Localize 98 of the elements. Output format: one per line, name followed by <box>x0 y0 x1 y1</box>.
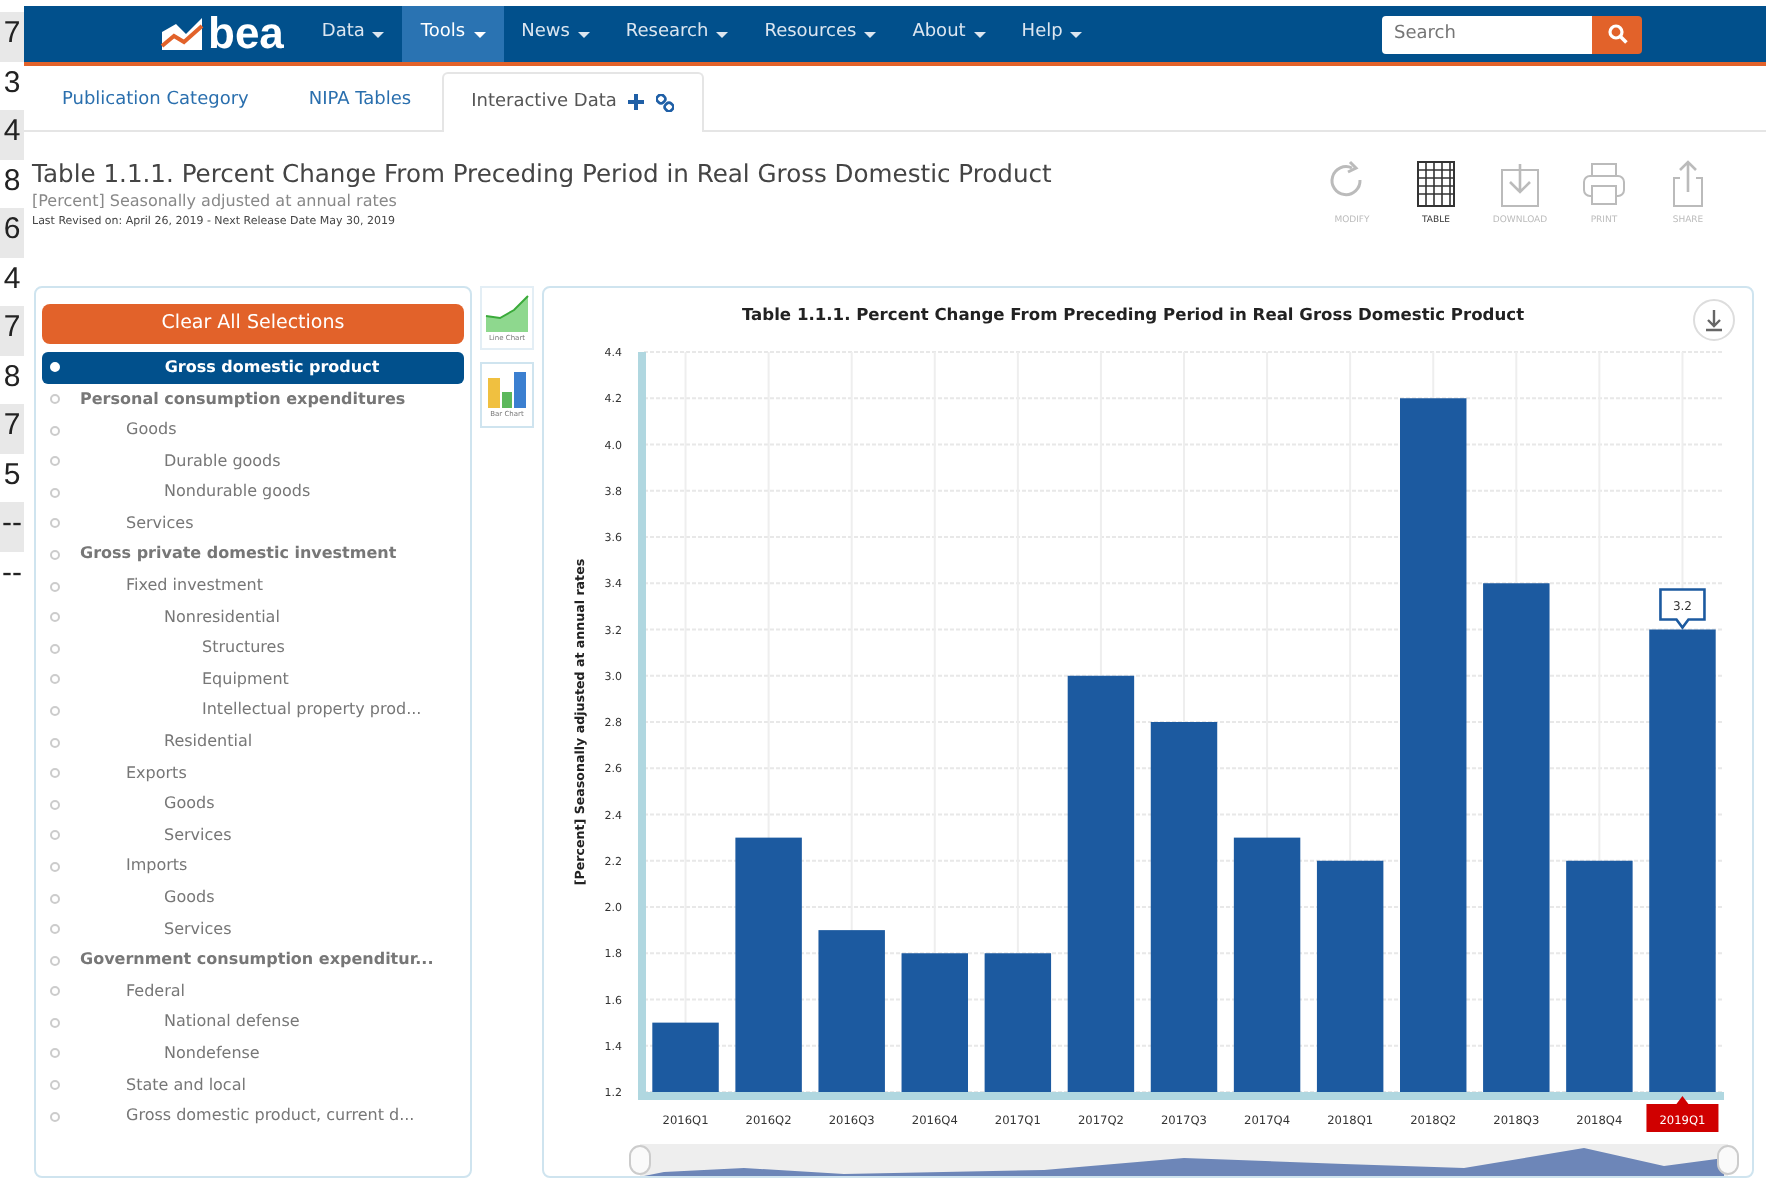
bar[interactable] <box>1067 675 1135 1092</box>
nav-menu[interactable]: Data <box>303 6 403 62</box>
spreadsheet-cell: 7 <box>0 12 24 61</box>
tree-item[interactable]: Fixed investment <box>42 570 464 602</box>
caret-icon <box>973 31 986 37</box>
tree-item[interactable]: Personal consumption expenditures <box>42 383 464 415</box>
spreadsheet-cell: 7 <box>0 306 24 355</box>
caret-icon <box>1070 31 1083 37</box>
tree-item[interactable]: Services <box>42 820 464 852</box>
radio-icon <box>50 986 60 997</box>
tree-item[interactable]: Nondefense <box>42 1038 464 1070</box>
bar[interactable] <box>1316 860 1384 1092</box>
caret-icon <box>864 31 877 37</box>
radio-icon <box>50 1111 60 1122</box>
bar[interactable] <box>1150 722 1218 1092</box>
bar[interactable] <box>984 953 1052 1092</box>
tree-item[interactable]: Federal <box>42 976 464 1008</box>
search-button[interactable] <box>1592 15 1642 53</box>
bar-chart-icon <box>484 368 530 411</box>
navigator-handle[interactable] <box>1717 1145 1739 1175</box>
spreadsheet-cell: 4 <box>0 110 24 159</box>
radio-icon <box>50 830 60 841</box>
print-icon <box>1580 160 1628 208</box>
nav-menu[interactable]: Resources <box>746 6 895 62</box>
plus-icon <box>628 94 645 111</box>
download-icon <box>1496 160 1544 208</box>
tree-item[interactable]: Nondurable goods <box>42 477 464 509</box>
spreadsheet-cell: 6 <box>0 208 24 257</box>
chart-title: Table 1.1.1. Percent Change From Preceding Period in Real Gross Domestic Product <box>741 304 1525 324</box>
radio-icon <box>50 1080 60 1091</box>
caret-icon <box>473 31 486 37</box>
tree-item[interactable]: Goods <box>42 414 464 446</box>
radio-icon <box>50 924 60 935</box>
tree-item[interactable]: National defense <box>42 1007 464 1039</box>
search-icon <box>1607 24 1627 44</box>
nav-menu[interactable]: Tools <box>402 6 504 62</box>
radio-icon <box>50 799 60 810</box>
link-icon <box>656 93 675 112</box>
nav-menu[interactable]: Research <box>607 6 747 62</box>
radio-icon <box>50 861 60 872</box>
tree-item[interactable]: Imports <box>42 851 464 883</box>
tree-item[interactable]: Nonresidential <box>42 601 464 633</box>
radio-icon <box>50 581 60 592</box>
spreadsheet-cell: 7 <box>0 404 24 453</box>
caret-icon <box>716 31 729 37</box>
subtitle: [Percent] Seasonally adjusted at annual rates <box>32 189 399 214</box>
navigator-handle[interactable] <box>629 1145 651 1175</box>
search-field[interactable]: Search <box>1382 15 1592 53</box>
tree-item[interactable]: State and local <box>42 1069 464 1101</box>
tab[interactable]: Interactive Data <box>441 71 705 132</box>
tree-item[interactable]: Gross domestic product, current d... <box>42 1100 464 1132</box>
tree-item[interactable]: Goods <box>42 882 464 914</box>
radio-icon <box>50 487 60 498</box>
radio-icon <box>50 768 60 779</box>
tab[interactable]: Publication Category <box>32 69 279 130</box>
radio-icon <box>50 1017 60 1028</box>
spreadsheet-cell: -- <box>0 502 24 551</box>
line-chart-icon <box>484 292 530 334</box>
nav-menu[interactable]: Help <box>1003 6 1101 62</box>
radio-icon <box>50 518 60 529</box>
radio-icon <box>50 893 60 904</box>
tree-item[interactable]: Durable goods <box>42 445 464 477</box>
caret-icon <box>577 31 590 37</box>
bar[interactable] <box>652 1022 719 1092</box>
tab[interactable]: NIPA Tables <box>278 69 442 130</box>
radio-icon <box>50 456 60 467</box>
nav-menu[interactable]: About <box>894 6 1004 62</box>
table-icon <box>1412 160 1460 208</box>
tree-item[interactable]: Intellectual property prod... <box>42 695 464 727</box>
radio-icon <box>50 1048 60 1059</box>
bar[interactable] <box>1233 837 1301 1092</box>
tree-item[interactable]: Residential <box>42 726 464 758</box>
radio-icon <box>50 362 60 373</box>
tree-item[interactable]: Goods <box>42 788 464 821</box>
radio-icon <box>50 612 60 623</box>
chart-logo-icon <box>160 16 204 52</box>
tree-item[interactable]: Gross private domestic investment <box>42 539 464 571</box>
caret-icon <box>372 31 385 37</box>
tree-item[interactable]: Services <box>42 508 464 540</box>
radio-icon <box>50 955 60 966</box>
page-title: Table 1.1.1. Percent Change From Preceding Period in Real Gross Domestic Product <box>32 160 1054 190</box>
nav-menu[interactable]: News <box>503 6 608 62</box>
radio-icon <box>50 643 60 654</box>
radio-icon <box>50 674 60 685</box>
radio-icon <box>50 425 60 436</box>
tree-item[interactable]: Gross domestic product <box>42 352 464 384</box>
radio-icon <box>50 394 60 405</box>
radio-icon <box>50 705 60 716</box>
logo-text: bea <box>208 8 284 60</box>
radio-icon <box>50 549 60 560</box>
tree-item[interactable]: Exports <box>42 757 464 789</box>
tree-item[interactable]: Services <box>42 913 464 945</box>
radio-icon <box>50 737 60 748</box>
tree-item[interactable]: Equipment <box>42 664 464 696</box>
tree-item[interactable]: Government consumption expenditur... <box>42 944 464 976</box>
download-button[interactable] <box>1693 299 1735 341</box>
clear-button[interactable]: Clear All Selections <box>42 304 464 345</box>
tree-item[interactable]: Structures <box>42 632 464 665</box>
